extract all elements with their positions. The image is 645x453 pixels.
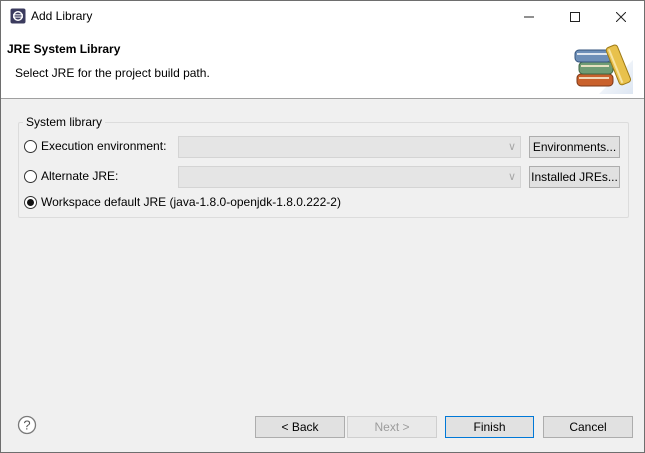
workspace-default-jre-option[interactable]: Workspace default JRE (java-1.8.0-openjd…: [24, 195, 341, 209]
execution-environment-radio[interactable]: [24, 139, 37, 153]
title-bar: Add Library: [1, 1, 644, 32]
minimize-icon: [524, 16, 534, 17]
maximize-icon: [570, 11, 580, 22]
maximize-button[interactable]: [552, 1, 598, 32]
minimize-button[interactable]: [506, 1, 552, 32]
execution-environment-option[interactable]: Execution environment:: [24, 139, 166, 153]
eclipse-app-icon: [10, 8, 26, 24]
close-icon: [616, 11, 626, 22]
next-button[interactable]: Next >: [347, 416, 437, 438]
back-button[interactable]: < Back: [255, 416, 345, 438]
chevron-down-icon: ∨: [507, 171, 516, 183]
alternate-jre-combo: ∨: [178, 166, 521, 188]
execution-environment-combo: ∨: [178, 136, 521, 158]
chevron-down-icon: ∨: [507, 141, 516, 153]
alternate-jre-radio[interactable]: [24, 169, 37, 183]
workspace-default-jre-label: Workspace default JRE (java-1.8.0-openjd…: [41, 195, 341, 209]
workspace-default-jre-radio[interactable]: [24, 195, 37, 209]
environments-button[interactable]: Environments...: [529, 136, 620, 158]
wizard-banner: JRE System Library Select JRE for the pr…: [1, 32, 644, 99]
add-library-dialog: Add Library JRE System Library Select JR…: [0, 0, 645, 453]
help-icon[interactable]: ?: [17, 415, 37, 435]
library-books-icon: [574, 44, 633, 94]
banner-title: JRE System Library: [7, 42, 121, 56]
finish-button[interactable]: Finish: [445, 416, 534, 438]
group-label: System library: [23, 115, 106, 129]
alternate-jre-option[interactable]: Alternate JRE:: [24, 169, 118, 183]
cancel-button[interactable]: Cancel: [543, 416, 633, 438]
execution-environment-label: Execution environment:: [41, 139, 167, 153]
installed-jres-button[interactable]: Installed JREs...: [529, 166, 620, 188]
banner-description: Select JRE for the project build path.: [15, 66, 210, 80]
close-button[interactable]: [598, 1, 644, 32]
alternate-jre-label: Alternate JRE:: [41, 169, 119, 183]
window-title: Add Library: [31, 9, 93, 23]
svg-text:?: ?: [23, 418, 30, 433]
